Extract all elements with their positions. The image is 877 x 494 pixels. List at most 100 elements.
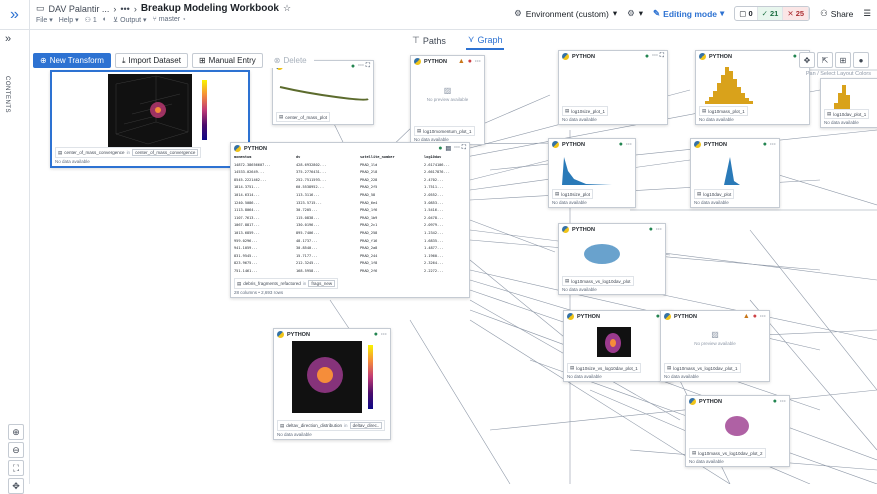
manual-entry-button[interactable]: ⊞ Manual Entry	[191, 53, 263, 68]
3d-plot-graphic	[307, 357, 343, 393]
node-center-of-mass-plot[interactable]: PYTHON●··· ⛶ ▤center_of_mass_plot	[272, 60, 374, 125]
node-log10mass-plot-1[interactable]: PYTHON●··· ▤log10mass_plot_1No data avai…	[695, 50, 810, 125]
dataset-label[interactable]: ▤ center_of_mass_plot	[276, 112, 331, 122]
edit-icon: ✎	[653, 8, 661, 18]
table-header-cell[interactable]: satellite_number	[360, 155, 424, 160]
colorbar	[202, 80, 207, 140]
contents-label[interactable]: CONTENTS	[4, 76, 10, 113]
pan-icon[interactable]: ✥	[799, 52, 815, 68]
select-icon[interactable]: ⇱	[817, 52, 833, 68]
menu-file[interactable]: File ▾	[36, 16, 53, 24]
new-transform-button[interactable]: ⊕ New Transform	[33, 53, 111, 68]
table-cell: PRAD_2c1	[360, 223, 378, 228]
more-icon[interactable]: ···	[475, 59, 481, 65]
table-icon: ▤	[279, 114, 284, 119]
tab-graph[interactable]: ⋎ Graph	[465, 31, 505, 50]
shield-icon[interactable]: ◐	[103, 16, 107, 24]
node-log10size-plot-1[interactable]: PYTHON ● ··· ⛶ ▤ log10size_plot_1 No data av…	[558, 50, 668, 125]
table-row: 823.9675...212.3245...PRAD_1f82.3264...3…	[234, 261, 466, 269]
dataset-label[interactable]: ▤ log10dav_plot	[694, 189, 735, 199]
header-actions: ⚙ Environment (custom) ▾ ⚙ ▾ ✎ Editing mod…	[514, 6, 871, 21]
breadcrumb-more[interactable]: •••	[120, 4, 129, 14]
menu-output[interactable]: ⊻ Output ▾	[113, 16, 147, 24]
collapse-sidebar-button[interactable]: »	[0, 0, 30, 30]
more-icon[interactable]: ··· ⛶	[652, 53, 664, 60]
table-cell: 831.9545...	[234, 253, 258, 258]
more-icon[interactable]: ···	[381, 332, 387, 338]
breadcrumb-project[interactable]: DAV Palantir ...	[49, 4, 110, 14]
menu-icon[interactable]: ☰	[863, 8, 871, 19]
table-cell: 2.6174106...	[424, 162, 450, 167]
dataset-label[interactable]: ▤ log10dav_plot_1	[824, 109, 870, 119]
import-dataset-button[interactable]: ⤓ Import Dataset	[114, 53, 188, 68]
node-deltav-direction-distribution[interactable]: PYTHON ● ··· ▤ deltav_direction_distributio…	[273, 328, 391, 440]
node-log10mass-vs-log10dav-plot-1[interactable]: PYTHON ▲ ● ··· ▨ No preview available ▤ log10…	[660, 310, 770, 382]
delete-icon: ⊗	[273, 56, 281, 65]
dataset-label[interactable]: ▤ log10size_plot_1	[562, 106, 609, 116]
histogram-graphic	[834, 85, 850, 109]
table-header-cell[interactable]: log10dav	[424, 155, 466, 160]
graph-canvas[interactable]: ⊤ Paths ⋎ Graph ⊕ New Transform ⤓ Import Dat…	[30, 30, 877, 484]
more-icon[interactable]: ···	[780, 399, 786, 405]
dataset-label[interactable]: ▤ log10mass_plot_1	[699, 106, 748, 116]
table-cell: 428.6932802...	[296, 162, 327, 167]
node-log10mass-vs-log10dav-plot[interactable]: PYTHON ● ··· ▤ log10mass_vs_log10dav_plot No…	[558, 223, 666, 295]
menu-repo[interactable]: ⚇ 1	[85, 16, 97, 24]
star-icon[interactable]: ☆	[283, 3, 291, 14]
python-icon	[694, 141, 701, 148]
tab-paths[interactable]: ⊤ Paths	[410, 31, 448, 50]
node-center-of-mass-convergence[interactable]: ▤ center_of_mass_convergence in center_of…	[50, 70, 250, 168]
menu-help[interactable]: Help ▾	[59, 16, 79, 24]
share-button[interactable]: ⚇ Share	[820, 8, 853, 19]
view-tabs: ⊤ Paths ⋎ Graph	[410, 31, 505, 50]
settings-dropdown[interactable]: ⚙ ▾	[627, 8, 643, 19]
node-log10size-vs-log10dav-plot-1[interactable]: PYTHON●··· ▤log10size_vs_log10dav_plot_1…	[563, 310, 673, 382]
table-header-cell[interactable]: momentum	[234, 155, 296, 160]
table-row: 1067.8817... 130.0196... PRAD_2c1 2.0979...…	[234, 223, 466, 231]
editing-mode-dropdown[interactable]: ✎ Editing mode ▾	[653, 8, 724, 19]
dataset-label[interactable]: ▤ log10mass_vs_log10dav_plot_1	[664, 363, 741, 373]
dataset-label[interactable]: ▤ log10size_vs_log10dav_plot_1	[567, 363, 641, 373]
warning-icon: ▲	[457, 58, 465, 65]
dataset-label[interactable]: ▤ center_of_mass_convergence in center_of…	[55, 147, 202, 158]
table-cell: 2.3264...	[424, 261, 444, 266]
delete-button[interactable]: ⊗ Delete	[266, 53, 314, 68]
comment-icon[interactable]: ▤	[445, 145, 451, 152]
dataset-label[interactable]: ▤ deltav_direction_distribution in deltav…	[277, 420, 386, 431]
dataset-label[interactable]: ▤ log10mass_vs_log10dav_plot	[562, 276, 634, 286]
more-icon[interactable]: ··· ⛶	[454, 145, 466, 152]
dataset-label[interactable]: ▤ debris_fragments_refactored in frags_ne…	[234, 278, 339, 289]
zoom-in-icon[interactable]: ⊕	[8, 424, 24, 440]
dataset-label[interactable]: ▤ log10mass_vs_log10dav_plot_2	[689, 448, 766, 458]
table-header-cell[interactable]: dv	[296, 155, 360, 160]
layout-icon[interactable]: ⊞	[835, 52, 851, 68]
more-icon[interactable]: ···	[656, 227, 662, 233]
more-icon[interactable]: ···	[626, 142, 632, 148]
build-status-counts[interactable]: ▢ 0 ✓ 21 ✕ 25	[734, 6, 811, 21]
more-icon[interactable]: ··· ⛶	[358, 63, 370, 70]
table-cell: 2.2272...	[424, 268, 444, 273]
3d-scatter-preview	[108, 74, 192, 148]
table-cell: PRAD_244	[360, 253, 378, 258]
node-log10dav-plot[interactable]: PYTHON ● ··· ▤ log10dav_plot No data availab…	[690, 138, 780, 208]
more-icon[interactable]: ···	[760, 314, 766, 320]
success-count: ✓ 21	[757, 7, 784, 20]
expand-contents-icon[interactable]: »	[5, 33, 11, 45]
zoom-out-icon[interactable]: ⊖	[8, 442, 24, 458]
colors-icon[interactable]: ●	[853, 52, 869, 68]
node-debris-fragments-refactored[interactable]: PYTHON ● ▤ ··· ⛶ momentum dv satellite_number…	[230, 142, 470, 298]
menu-branch[interactable]: ⑂ master ▾	[153, 16, 187, 24]
fit-to-screen-icon[interactable]: ⛶	[8, 460, 24, 476]
dataset-label[interactable]: ▤ log10momentum_plot_1	[414, 126, 475, 136]
table-icon: ▤	[565, 278, 570, 283]
pending-count: ▢ 0	[735, 7, 758, 20]
table-icon: ▤	[702, 108, 707, 113]
node-log10mass-vs-log10dav-plot-2[interactable]: PYTHON ● ··· ▤ log10mass_vs_log10dav_plot_2…	[685, 395, 790, 467]
node-log10dav-plot-1[interactable]: ▤ log10dav_plot_1 No data available	[820, 78, 877, 128]
move-icon[interactable]: ✥	[8, 478, 24, 494]
node-log10momentum-plot-1[interactable]: PYTHON ▲ ● ··· ▨ No preview available ▤ log10…	[410, 55, 485, 145]
node-log10size-plot[interactable]: PYTHON ● ··· ▤ log10size_plot No data availa…	[548, 138, 636, 208]
more-icon[interactable]: ···	[770, 142, 776, 148]
dataset-label[interactable]: ▤ log10size_plot	[552, 189, 594, 199]
environment-dropdown[interactable]: ⚙ Environment (custom) ▾	[514, 8, 617, 19]
